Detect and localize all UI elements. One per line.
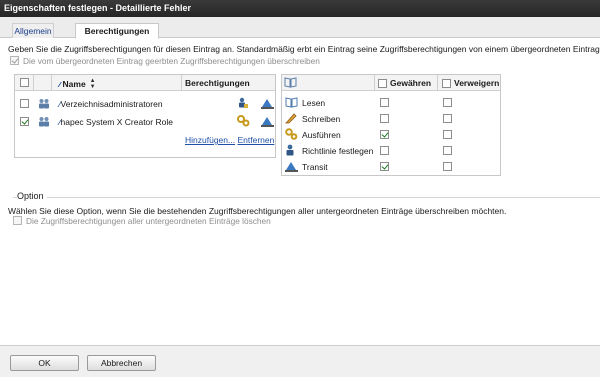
- deny-column-label: Verweigern: [454, 78, 500, 88]
- clear-child-permissions-checkbox[interactable]: [13, 216, 22, 225]
- option-row: Die Zugriffsberechtigungen aller unterge…: [13, 215, 271, 226]
- permission-row-write: Schreiben: [282, 110, 500, 127]
- select-all-checkbox[interactable]: [20, 78, 29, 87]
- option-section-title: Option: [17, 191, 47, 201]
- row-checkbox[interactable]: [20, 99, 29, 108]
- tab-general[interactable]: Allgemein: [12, 23, 54, 38]
- grant-column-header: Gewähren: [378, 78, 431, 88]
- principals-table-header: ⁄⁄ Name ▲ ▼ Berechtigungen: [15, 75, 275, 91]
- permission-row-read: Lesen: [282, 94, 500, 111]
- read-grant-checkbox[interactable]: [380, 98, 389, 107]
- execute-deny-checkbox[interactable]: [443, 130, 452, 139]
- permissions-description: Geben Sie die Zugriffsberechtigungen für…: [8, 44, 600, 54]
- option-divider: [13, 197, 600, 198]
- pencil-icon: [285, 112, 298, 126]
- permission-label: Ausführen: [302, 130, 341, 140]
- deny-all-checkbox[interactable]: [442, 78, 451, 88]
- execute-grant-checkbox[interactable]: [380, 130, 389, 139]
- remove-link[interactable]: Entfernen: [237, 135, 274, 145]
- permission-label: Richtlinie festlegen: [302, 146, 374, 156]
- inherit-override-option: Die vom übergeordneten Eintrag geerbten …: [10, 55, 320, 66]
- window-title: Eigenschaften festlegen - Detaillierte F…: [0, 0, 600, 17]
- deny-column-header: Verweigern: [442, 78, 499, 88]
- dialog-footer: OK Abbrechen: [0, 345, 600, 377]
- policy-grant-checkbox[interactable]: [380, 146, 389, 155]
- name-column-label: Name: [62, 79, 86, 89]
- permission-row-policy: Richtlinie festlegen: [282, 142, 500, 159]
- add-link[interactable]: Hinzufügen...: [185, 135, 235, 145]
- read-icon: [285, 96, 298, 110]
- execute-permission-icon: [237, 115, 250, 129]
- inherit-override-label: Die vom übergeordneten Eintrag geerbten …: [23, 55, 320, 66]
- inherit-override-checkbox[interactable]: [10, 56, 19, 65]
- tab-permissions[interactable]: Berechtigungen: [75, 23, 159, 39]
- clear-child-permissions-label: Die Zugriffsberechtigungen aller unterge…: [26, 215, 271, 226]
- policy-deny-checkbox[interactable]: [443, 146, 452, 155]
- principal-name: ⁄⁄Verzeichnisadministratoren: [59, 99, 163, 109]
- row-checkbox[interactable]: [20, 117, 29, 126]
- principals-actions: Hinzufügen... Entfernen: [185, 135, 274, 145]
- sort-icon: ▲ ▼: [89, 78, 96, 90]
- transit-icon: [285, 160, 298, 174]
- permission-row-execute: Ausführen: [282, 126, 500, 143]
- permission-label: Transit: [302, 162, 328, 172]
- grant-all-checkbox[interactable]: [378, 78, 387, 88]
- permissions-table: Gewähren Verweigern Lesen Schreiben Ausf…: [281, 74, 501, 176]
- group-icon: [38, 116, 50, 129]
- path-icon: ⁄⁄: [59, 79, 60, 89]
- principals-table: ⁄⁄ Name ▲ ▼ Berechtigungen ⁄⁄Verzeichnisa…: [14, 74, 276, 158]
- tab-bar: Allgemein Berechtigungen: [0, 17, 600, 39]
- permission-label: Schreiben: [302, 114, 341, 124]
- policy-icon: [285, 144, 297, 158]
- transit-deny-checkbox[interactable]: [443, 162, 452, 171]
- transit-permission-icon: [261, 115, 274, 129]
- permissions-column-header: Berechtigungen: [185, 78, 250, 88]
- grant-column-label: Gewähren: [390, 78, 432, 88]
- permission-label: Lesen: [302, 98, 326, 108]
- name-column-header[interactable]: ⁄⁄ Name ▲ ▼: [59, 78, 96, 90]
- permissions-table-header: Gewähren Verweigern: [282, 75, 500, 91]
- ok-button[interactable]: OK: [10, 355, 79, 371]
- book-icon: [284, 77, 297, 90]
- read-deny-checkbox[interactable]: [443, 98, 452, 107]
- permission-row-transit: Transit: [282, 158, 500, 175]
- read-permission-icon: [237, 97, 249, 111]
- group-icon: [38, 98, 50, 111]
- table-row[interactable]: ⁄⁄hapec System X Creator Role: [15, 113, 275, 130]
- write-grant-checkbox[interactable]: [380, 114, 389, 123]
- execute-icon: [285, 128, 298, 142]
- cancel-button[interactable]: Abbrechen: [87, 355, 156, 371]
- transit-permission-icon: [261, 97, 274, 111]
- transit-grant-checkbox[interactable]: [380, 162, 389, 171]
- write-deny-checkbox[interactable]: [443, 114, 452, 123]
- table-row[interactable]: ⁄⁄Verzeichnisadministratoren: [15, 95, 275, 112]
- principal-name: ⁄⁄hapec System X Creator Role: [59, 117, 173, 127]
